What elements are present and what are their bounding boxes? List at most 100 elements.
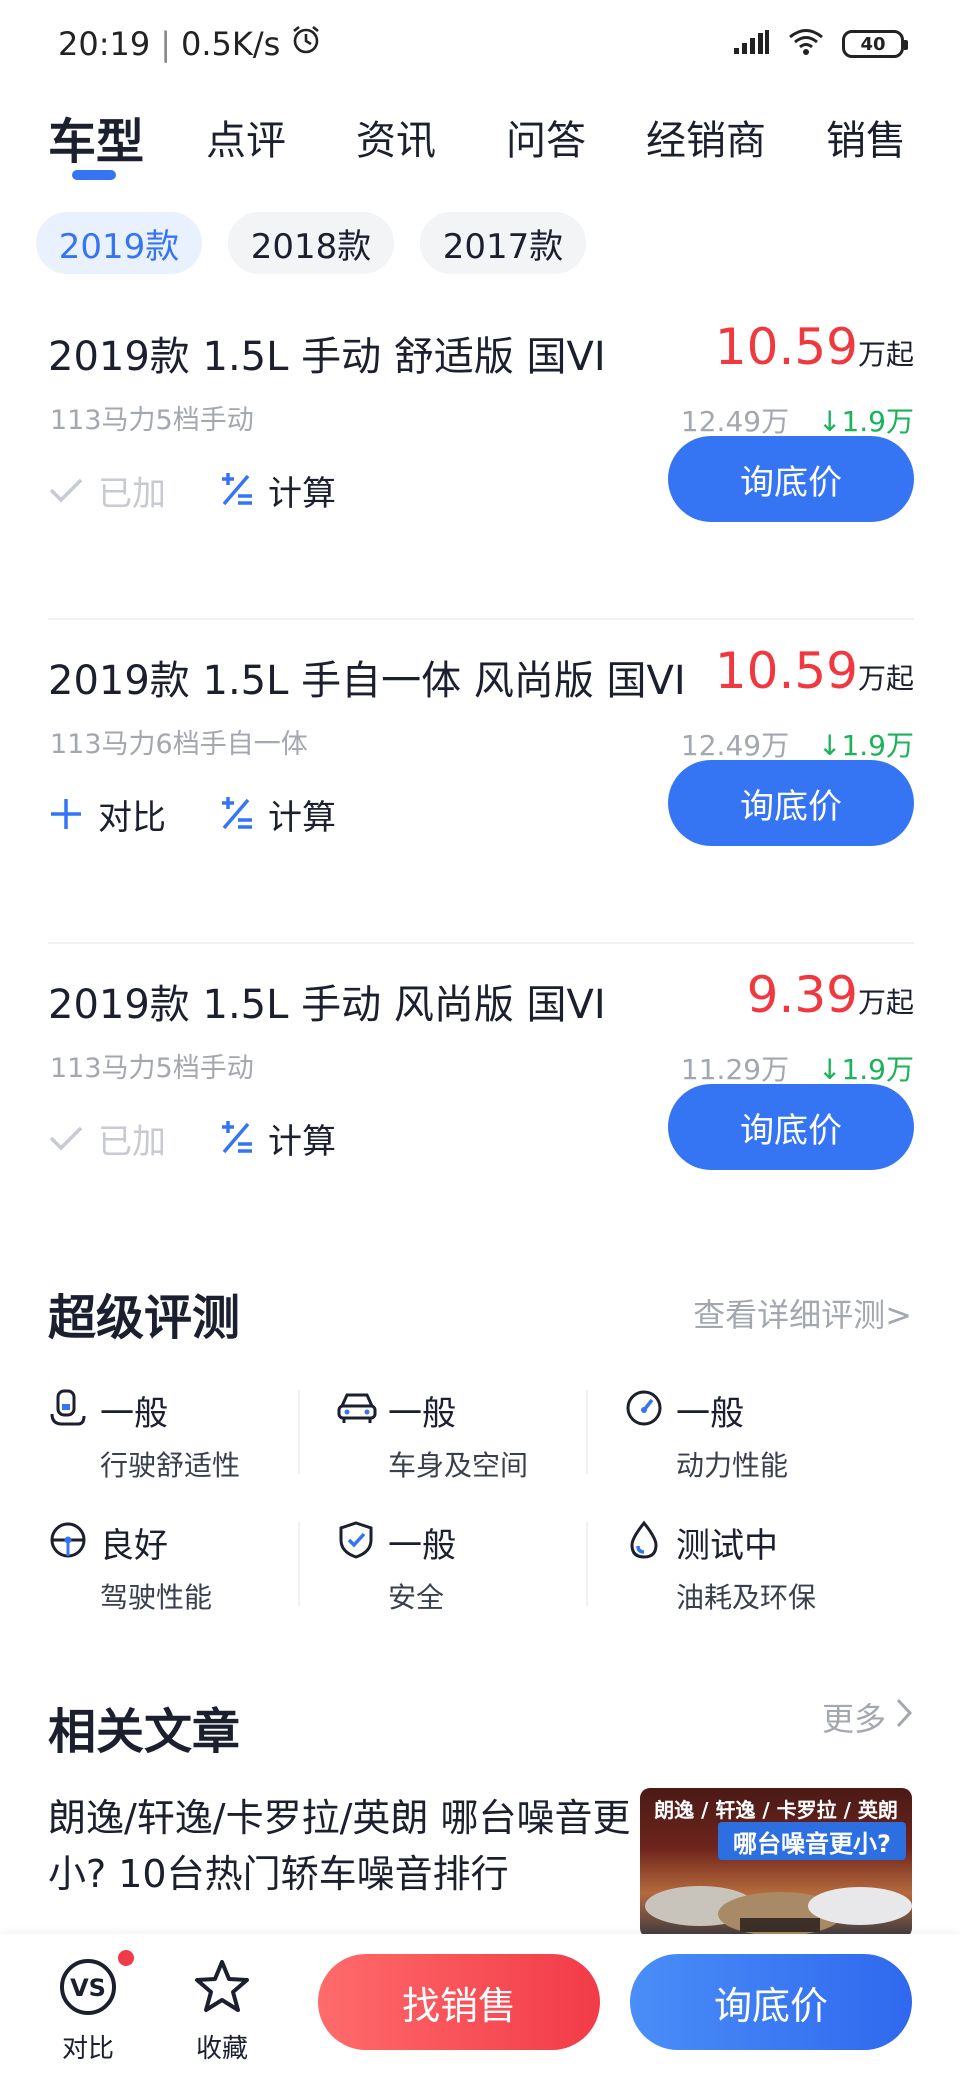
model-name: 2019款 1.5L 手动 舒适版 国VI <box>48 334 606 380</box>
down-arrow-icon: ↓ <box>818 729 842 762</box>
model-card[interactable]: 2019款 1.5L 手动 风尚版 国VI 113马力5档手动 9.39万起 1… <box>48 944 914 1268</box>
view-detailed-review-link[interactable]: 查看详细评测> <box>693 1290 912 1336</box>
price-drop: ↓1.9万 <box>818 1053 914 1086</box>
price-value: 9.39 <box>746 966 858 1024</box>
top-tabs: 车型 点评 资讯 问答 经销商 销售 <box>0 100 960 190</box>
price-unit: 万起 <box>857 662 914 695</box>
down-arrow-icon: ↓ <box>818 405 842 438</box>
metric-rating: 一般 <box>676 1394 744 1434</box>
calculate-button[interactable]: 计算 <box>218 460 336 520</box>
metric-rating: 测试中 <box>676 1526 778 1566</box>
ask-price-button[interactable]: 询底价 <box>668 1084 914 1170</box>
price-unit: 万起 <box>857 338 914 371</box>
metric-rating: 良好 <box>100 1526 168 1566</box>
svg-text:VS: VS <box>70 1974 106 2002</box>
status-speed: 0.5K/s <box>181 25 281 63</box>
signal-icon <box>734 30 770 58</box>
year-chip-2019[interactable]: 2019款 <box>36 212 202 274</box>
tab-qa[interactable]: 问答 <box>506 108 586 166</box>
more-articles-link[interactable]: 更多 <box>821 1694 913 1740</box>
metric-power[interactable]: 一般 动力性能 <box>624 1386 894 1486</box>
ask-price-button[interactable]: 询底价 <box>668 436 914 522</box>
steering-wheel-icon <box>48 1520 90 1562</box>
battery-indicator: 40 <box>842 30 908 58</box>
tab-news[interactable]: 资讯 <box>356 108 436 166</box>
calculator-icon <box>218 472 254 508</box>
tab-model[interactable]: 车型 <box>48 102 144 172</box>
tab-sales[interactable]: 销售 <box>826 108 906 166</box>
metric-rating: 一般 <box>388 1394 456 1434</box>
seat-icon <box>48 1388 90 1430</box>
alarm-icon <box>290 24 322 64</box>
msrp-price: 12.49万 <box>680 405 790 438</box>
price-detail: 12.49万 ↓1.9万 <box>681 724 914 764</box>
metric-label: 车身及空间 <box>388 1449 529 1482</box>
chevron-right-icon <box>896 1698 913 1736</box>
article-thumbnail[interactable]: 朗逸 / 轩逸 / 卡罗拉 / 英朗 哪台噪音更小? <box>640 1788 912 1938</box>
year-chip-2017[interactable]: 2017款 <box>420 212 586 274</box>
check-icon <box>48 1120 84 1156</box>
model-card[interactable]: 2019款 1.5L 手自一体 风尚版 国VI 113马力6档手自一体 10.5… <box>48 620 914 944</box>
calculate-label: 计算 <box>268 473 336 514</box>
active-tab-indicator <box>72 170 116 180</box>
calculate-button[interactable]: 计算 <box>218 784 336 844</box>
more-label: 更多 <box>821 1700 886 1738</box>
msrp-price: 11.29万 <box>680 1053 790 1086</box>
article-title[interactable]: 朗逸/轩逸/卡罗拉/英朗 哪台噪音更小? 10台热门轿车噪音排行 <box>48 1790 638 1902</box>
drop-amount: 1.9万 <box>841 729 914 762</box>
plus-icon <box>48 796 84 832</box>
star-icon <box>191 1956 253 2022</box>
wifi-icon <box>788 28 824 60</box>
compare-tab-label: 对比 <box>61 2034 114 2064</box>
status-bar: 20:19 | 0.5K/s 40 <box>0 0 960 88</box>
model-card[interactable]: 2019款 1.5L 手动 舒适版 国VI 113马力5档手动 10.59万起 … <box>48 296 914 620</box>
metric-comfort[interactable]: 一般 行驶舒适性 <box>48 1386 318 1486</box>
metric-label: 行驶舒适性 <box>100 1449 241 1482</box>
metric-rating: 一般 <box>100 1394 168 1434</box>
model-spec: 113马力6档手自一体 <box>50 729 308 760</box>
tab-dealer[interactable]: 经销商 <box>646 108 766 166</box>
metric-safety[interactable]: 一般 安全 <box>336 1518 606 1618</box>
metric-label: 安全 <box>388 1581 445 1614</box>
added-to-compare-button[interactable]: 已加 <box>48 1108 166 1168</box>
check-icon <box>48 472 84 508</box>
bottom-action-bar: VS 对比 收藏 找销售 询底价 <box>0 1934 960 2080</box>
price-drop: ↓1.9万 <box>818 405 914 438</box>
down-arrow-icon: ↓ <box>818 1053 842 1086</box>
compare-label: 对比 <box>98 797 166 838</box>
drop-amount: 1.9万 <box>841 1053 914 1086</box>
metric-label: 驾驶性能 <box>100 1581 213 1614</box>
calculate-button[interactable]: 计算 <box>218 1108 336 1168</box>
price-unit: 万起 <box>857 986 914 1019</box>
speedometer-icon <box>624 1388 666 1430</box>
price-value: 10.59 <box>714 642 858 700</box>
metric-body-space[interactable]: 一般 车身及空间 <box>336 1386 606 1486</box>
metric-fuel[interactable]: 测试中 油耗及环保 <box>624 1518 894 1618</box>
status-time: 20:19 <box>58 25 151 63</box>
compare-tab-button[interactable]: VS 对比 <box>38 1956 138 2065</box>
added-label: 已加 <box>98 1121 166 1162</box>
model-price: 10.59万起 <box>715 318 914 376</box>
year-chip-2018[interactable]: 2018款 <box>228 212 394 274</box>
added-label: 已加 <box>98 473 166 514</box>
ask-price-button[interactable]: 询底价 <box>668 760 914 846</box>
add-compare-button[interactable]: 对比 <box>48 784 166 844</box>
model-name: 2019款 1.5L 手动 风尚版 国VI <box>48 982 606 1028</box>
fuel-drop-icon <box>624 1520 666 1562</box>
favorite-button[interactable]: 收藏 <box>172 1956 272 2065</box>
added-to-compare-button[interactable]: 已加 <box>48 460 166 520</box>
favorite-label: 收藏 <box>195 2034 248 2064</box>
status-separator: | <box>160 25 171 63</box>
bottom-ask-price-button[interactable]: 询底价 <box>630 1954 912 2050</box>
metric-label: 油耗及环保 <box>676 1581 817 1614</box>
calculator-icon <box>218 796 254 832</box>
metric-label: 动力性能 <box>676 1449 789 1482</box>
cars-illustration <box>645 1886 912 1936</box>
price-detail: 11.29万 ↓1.9万 <box>681 1048 914 1088</box>
metric-handling[interactable]: 良好 驾驶性能 <box>48 1518 318 1618</box>
model-price: 10.59万起 <box>715 642 914 700</box>
divider <box>586 1522 588 1606</box>
divider <box>298 1522 300 1606</box>
find-sales-button[interactable]: 找销售 <box>318 1954 600 2050</box>
tab-review[interactable]: 点评 <box>206 108 286 166</box>
